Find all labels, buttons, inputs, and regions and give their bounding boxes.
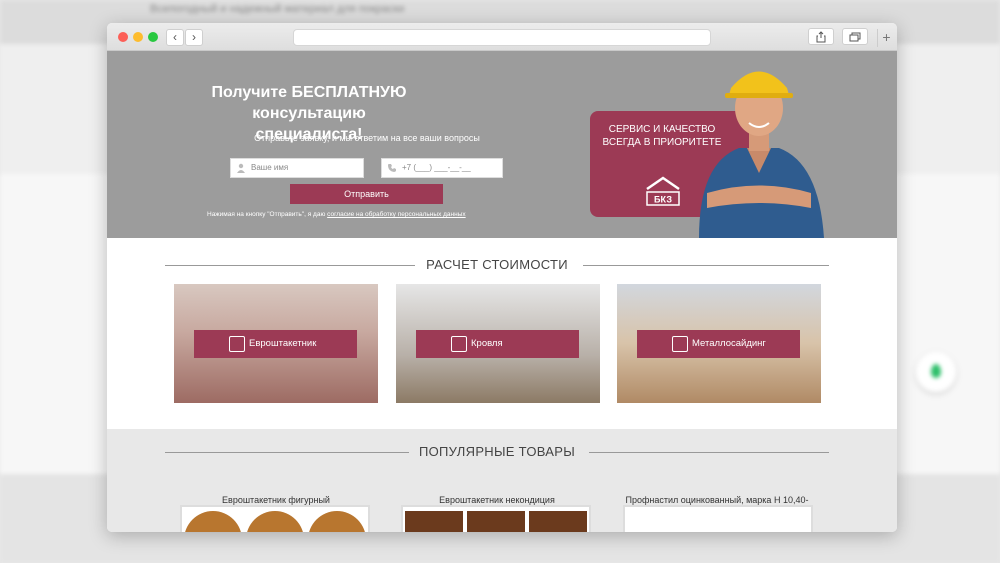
hero-subtitle: Отправьте заявку, и мы ответим на все ва… — [254, 133, 480, 143]
new-tab-button[interactable]: + — [877, 29, 895, 47]
back-button[interactable]: ‹ — [166, 29, 184, 46]
phone-input[interactable]: +7 (___) ___-__-__ — [381, 158, 503, 178]
close-window-button[interactable] — [118, 32, 128, 42]
logo-text: БКЗ — [654, 195, 672, 205]
worker-photo — [699, 71, 824, 238]
tabs-icon — [849, 32, 861, 42]
calc-button-label: Евроштакетник — [249, 338, 317, 349]
calculation-section: РАСЧЕТ СТОИМОСТИ Евроштакетник Кровля Ме — [107, 238, 897, 429]
address-bar[interactable] — [293, 29, 711, 46]
hero-section: Получите БЕСПЛАТНУЮ консультацию специал… — [107, 51, 897, 238]
calculator-icon — [672, 336, 688, 352]
calc-card-euroshtaketnik[interactable]: Евроштакетник — [174, 284, 378, 403]
share-icon — [816, 31, 826, 43]
browser-window: ‹ › + Получите БЕСПЛАТНУЮ консультацию с… — [107, 23, 897, 532]
calculation-heading: РАСЧЕТ СТОИМОСТИ — [165, 255, 829, 275]
user-icon — [237, 163, 245, 173]
background-header-text: Всепогодный и надежный материал для покр… — [150, 3, 405, 15]
popular-section: ПОПУЛЯРНЫЕ ТОВАРЫ Евроштакетник фигурный… — [107, 429, 897, 532]
browser-titlebar: ‹ › + — [107, 23, 897, 51]
share-button[interactable] — [808, 28, 834, 45]
calc-card-metal-siding[interactable]: Металлосайдинг — [617, 284, 821, 403]
calc-button-label: Металлосайдинг — [692, 338, 766, 349]
policy-prefix: Нажимая на кнопку "Отправить", я даю — [207, 211, 326, 218]
name-input-placeholder: Ваше имя — [251, 163, 289, 172]
phone-input-placeholder: +7 (___) ___-__-__ — [402, 163, 471, 172]
policy-text: Нажимая на кнопку "Отправить", я даю сог… — [207, 211, 527, 218]
heading-divider — [589, 452, 829, 453]
policy-link[interactable]: согласие на обработку персональных данны… — [327, 211, 466, 218]
show-tabs-button[interactable] — [842, 28, 868, 45]
calc-button[interactable]: Евроштакетник — [194, 330, 357, 358]
phone-icon — [388, 164, 396, 172]
calc-card-roofing[interactable]: Кровля — [396, 284, 600, 403]
forward-button[interactable]: › — [185, 29, 203, 46]
zoom-window-button[interactable] — [148, 32, 158, 42]
calculator-icon — [451, 336, 467, 352]
calc-button[interactable]: Кровля — [416, 330, 579, 358]
company-logo-icon: БКЗ — [646, 176, 680, 206]
calc-button[interactable]: Металлосайдинг — [637, 330, 800, 358]
calculator-icon — [229, 336, 245, 352]
product-image[interactable] — [180, 505, 370, 532]
submit-button[interactable]: Отправить — [290, 184, 443, 204]
map-pin-icon — [916, 352, 956, 392]
popular-heading: ПОПУЛЯРНЫЕ ТОВАРЫ — [165, 442, 829, 462]
name-input[interactable]: Ваше имя — [230, 158, 364, 178]
minimize-window-button[interactable] — [133, 32, 143, 42]
calc-button-label: Кровля — [471, 338, 503, 349]
product-image[interactable] — [623, 505, 813, 532]
product-image[interactable] — [401, 505, 591, 532]
page-viewport: Получите БЕСПЛАТНУЮ консультацию специал… — [107, 51, 897, 532]
heading-divider — [583, 265, 829, 266]
